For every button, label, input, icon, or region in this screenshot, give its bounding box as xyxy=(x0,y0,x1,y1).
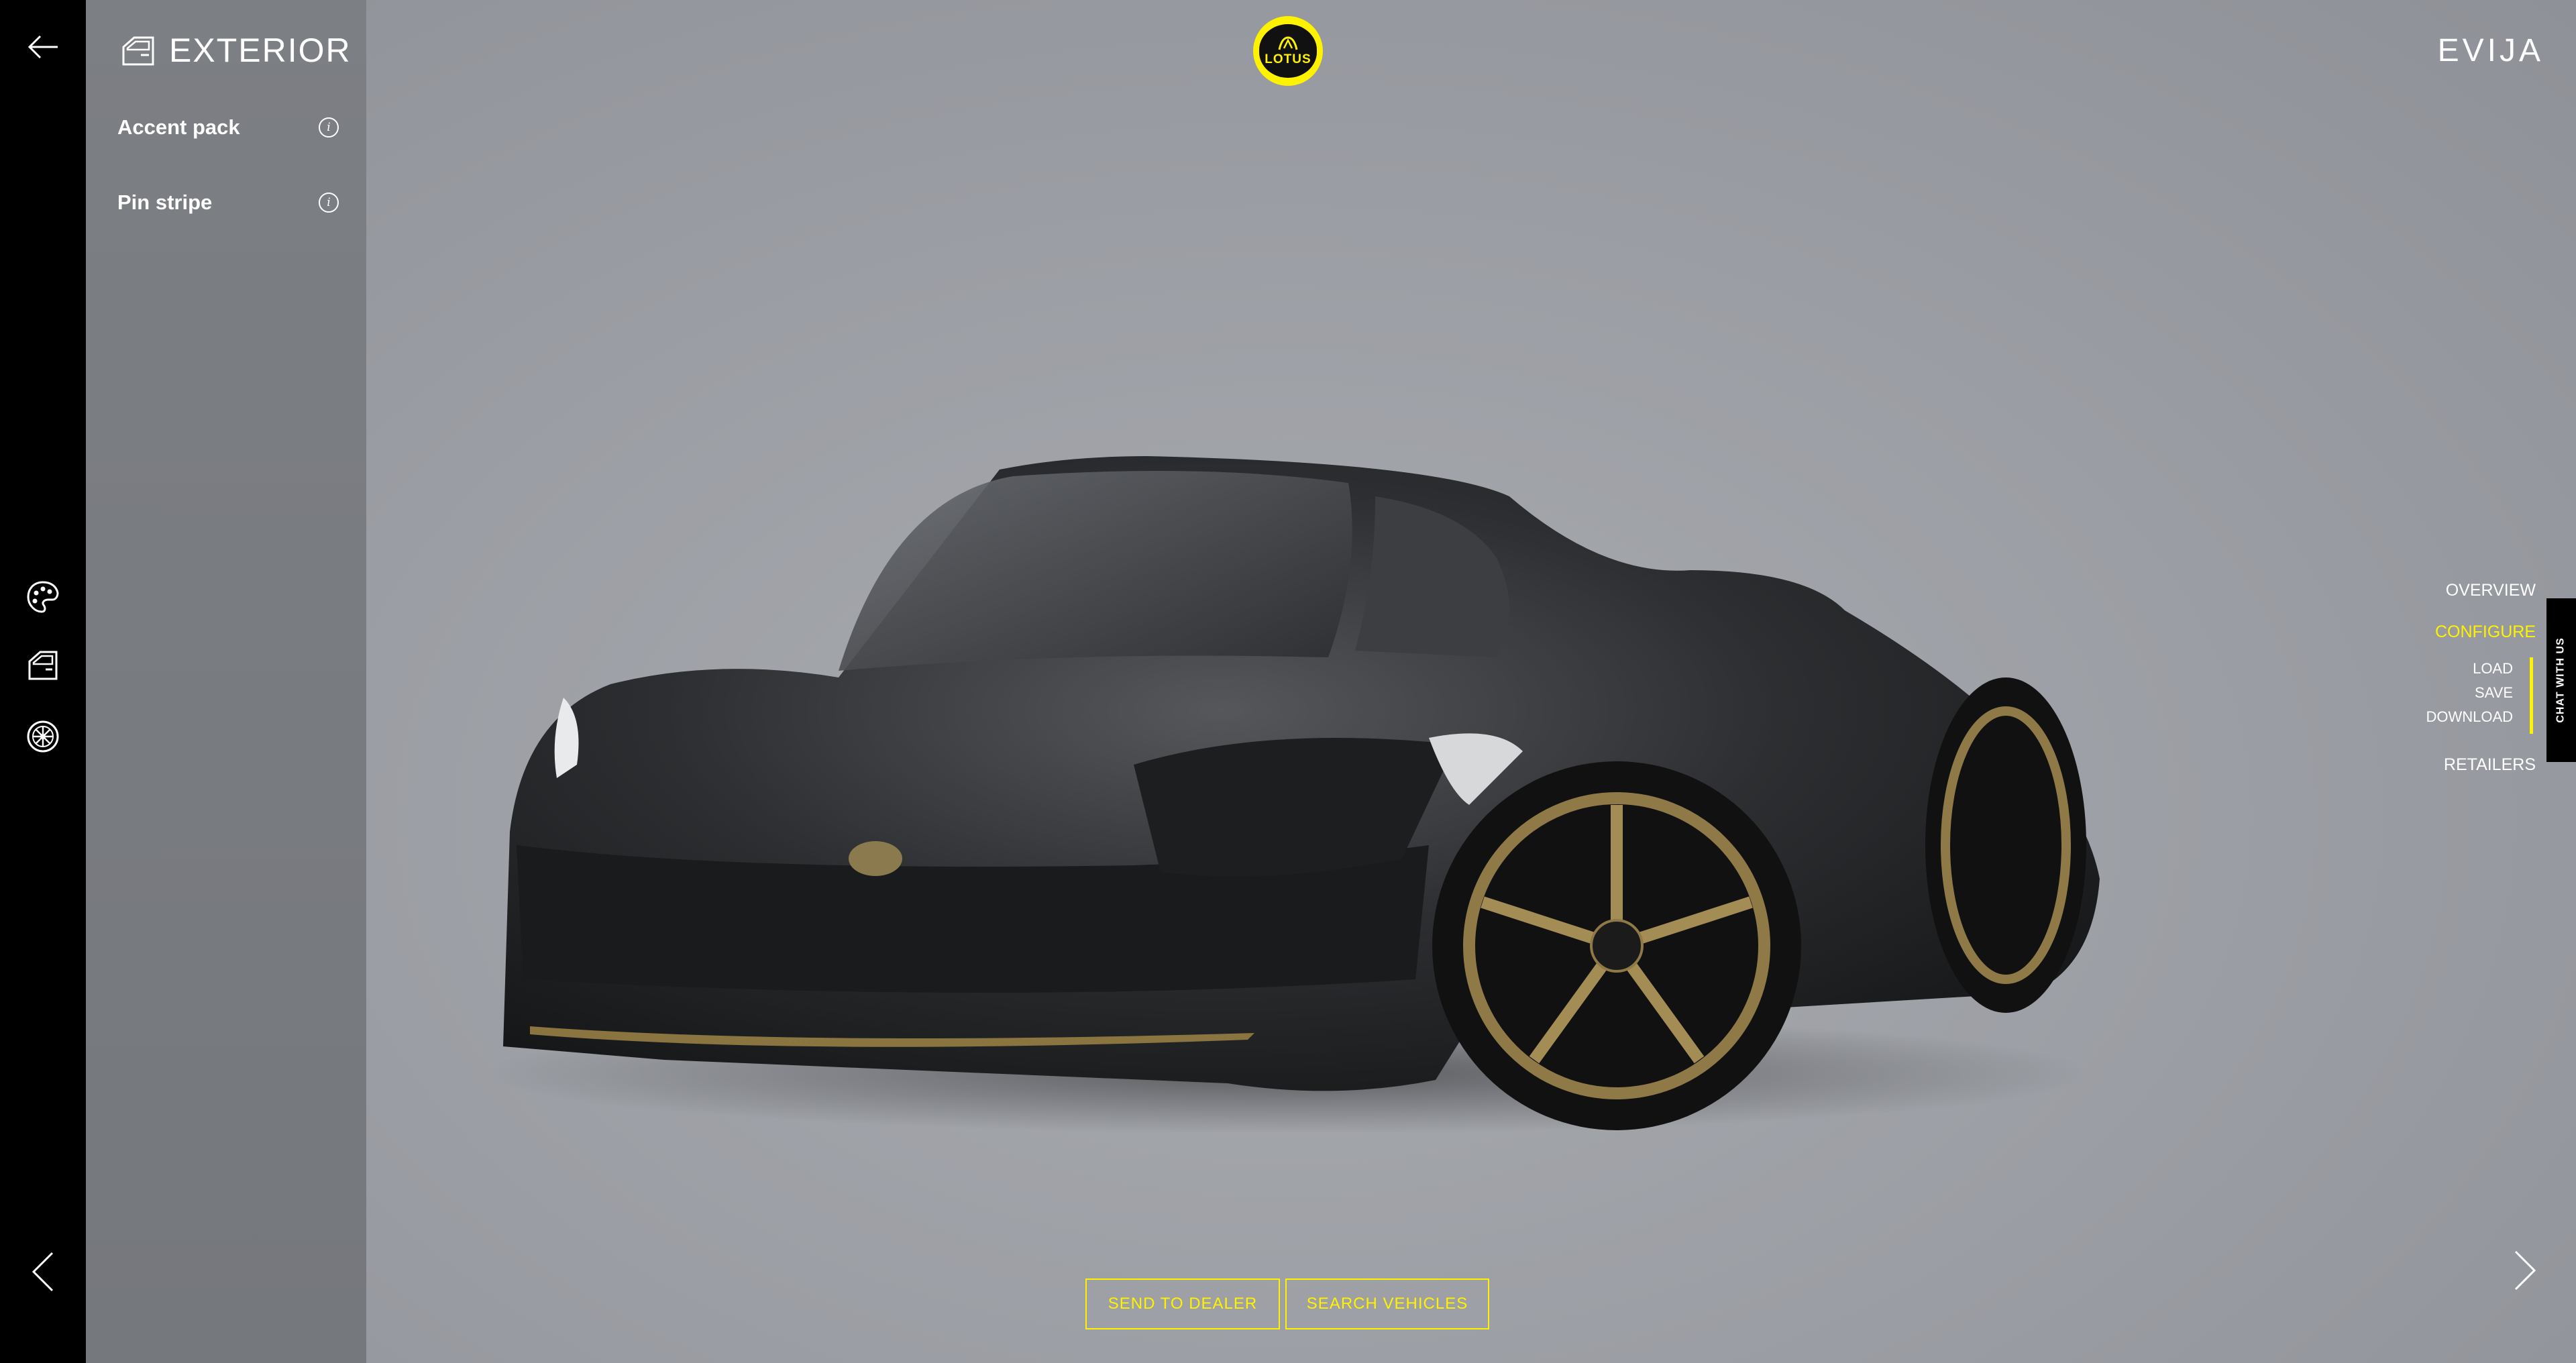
search-vehicles-button[interactable]: SEARCH VEHICLES xyxy=(1285,1278,1489,1329)
info-icon[interactable]: i xyxy=(319,117,339,138)
lotus-emblem-icon xyxy=(1278,36,1298,50)
section-title: EXTERIOR xyxy=(169,32,352,69)
palette-icon[interactable] xyxy=(24,578,62,616)
section-header: EXTERIOR xyxy=(119,31,352,70)
option-label: Pin stripe xyxy=(117,190,213,214)
nav-indicator xyxy=(2530,657,2533,734)
option-label: Accent pack xyxy=(117,115,240,139)
info-icon[interactable]: i xyxy=(319,193,339,213)
next-arrow-icon[interactable] xyxy=(2512,1249,2552,1296)
option-accent-pack[interactable]: Accent pack i xyxy=(117,115,339,140)
nav-save[interactable]: SAVE xyxy=(2475,684,2513,702)
wheel-icon[interactable] xyxy=(24,718,62,755)
option-pin-stripe[interactable]: Pin stripe i xyxy=(117,190,339,215)
logo-text: LOTUS xyxy=(1265,52,1311,66)
nav-overview[interactable]: OVERVIEW xyxy=(2446,581,2536,600)
chat-label: CHAT WITH US xyxy=(2555,637,2567,723)
nav-load[interactable]: LOAD xyxy=(2473,660,2513,677)
previous-arrow-icon[interactable] xyxy=(24,1252,62,1292)
nav-configure[interactable]: CONFIGURE xyxy=(2435,622,2536,642)
send-to-dealer-button[interactable]: SEND TO DEALER xyxy=(1085,1278,1280,1329)
car-door-icon[interactable] xyxy=(24,647,62,684)
car-render[interactable] xyxy=(463,456,2100,1134)
nav-retailers[interactable]: RETAILERS xyxy=(2444,755,2536,775)
nav-download[interactable]: DOWNLOAD xyxy=(2426,708,2513,726)
car-door-icon xyxy=(122,36,154,66)
left-toolbar xyxy=(0,0,86,1363)
model-name: EVIJA xyxy=(2437,33,2544,68)
back-arrow-icon[interactable] xyxy=(24,28,62,66)
lotus-logo[interactable]: LOTUS xyxy=(1253,16,1323,86)
options-panel: EXTERIOR Accent pack i Pin stripe i xyxy=(86,0,366,1363)
chat-tab[interactable]: CHAT WITH US xyxy=(2546,598,2576,762)
